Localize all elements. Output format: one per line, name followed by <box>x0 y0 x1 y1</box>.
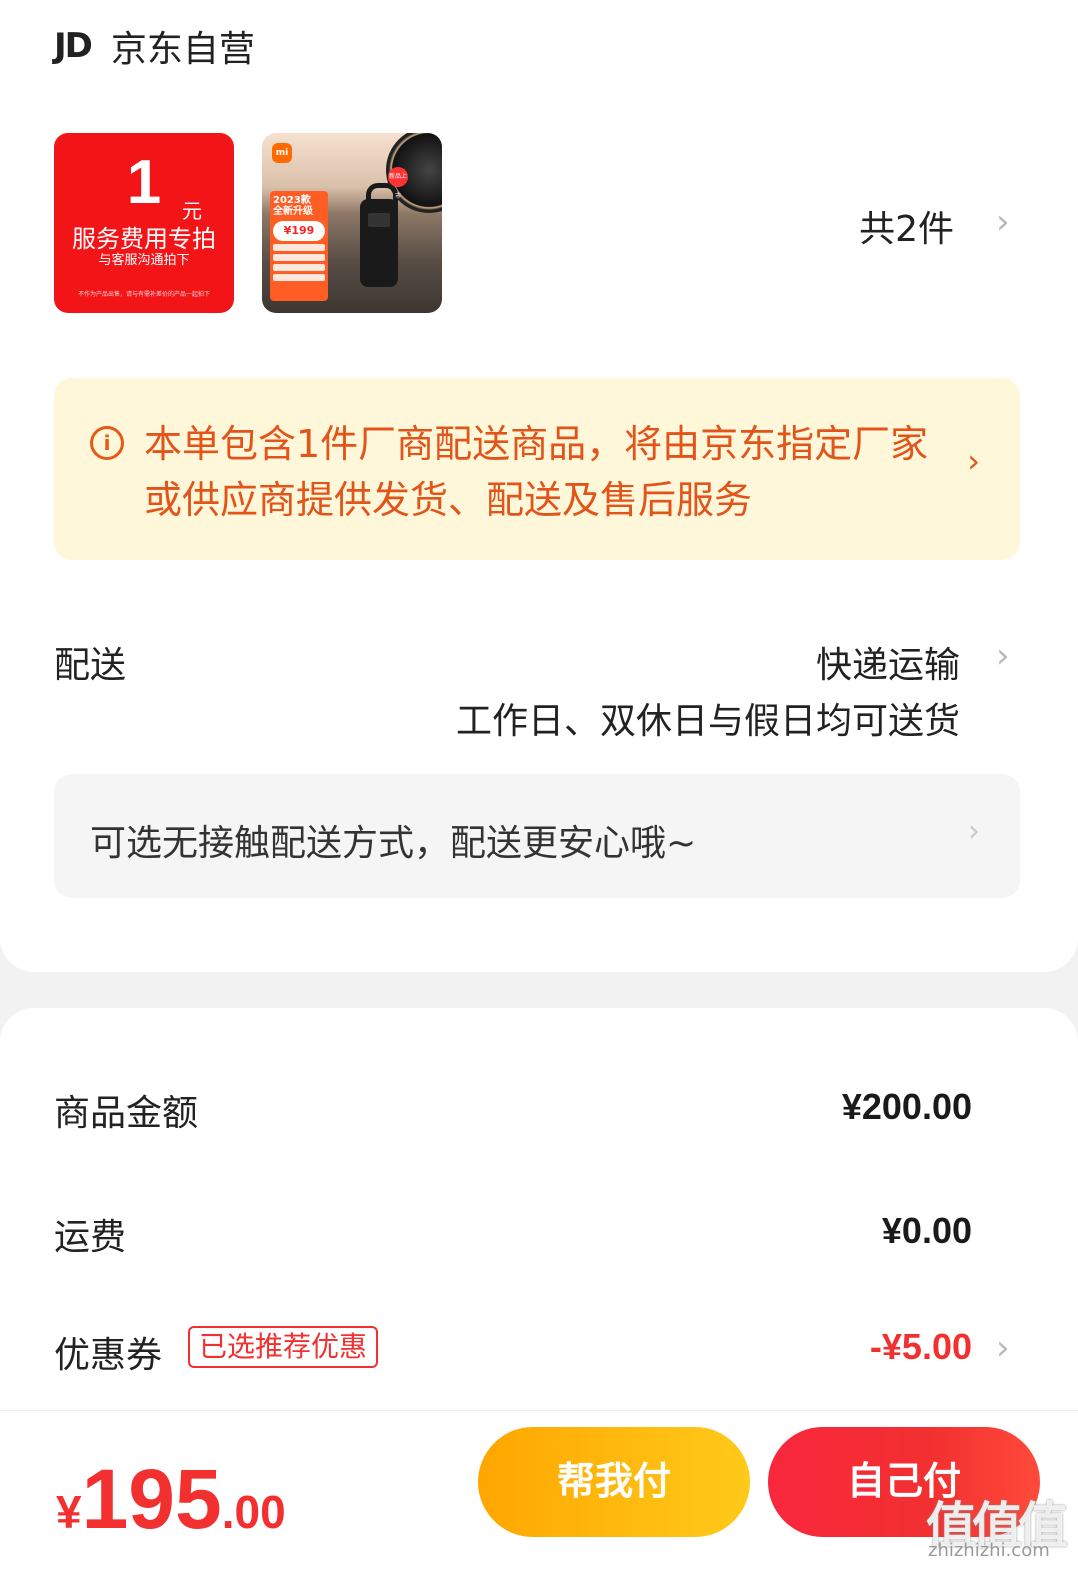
new-product-badge: 新品上市 <box>388 167 408 200</box>
contactless-delivery-option[interactable]: 可选无接触配送方式，配送更安心哦~ › <box>54 774 1020 898</box>
jd-logo: JD <box>54 26 93 66</box>
air-pump-device-image <box>360 183 398 287</box>
service-fee-subtitle: 与客服沟通拍下 <box>98 253 190 268</box>
help-me-pay-button[interactable]: 帮我付 <box>478 1427 750 1537</box>
total-decimal: .00 <box>221 1486 286 1538</box>
shop-name: 京东自营 <box>110 29 255 70</box>
goods-amount-value: ¥200.00 <box>841 1086 972 1127</box>
goods-amount-label: 商品金额 <box>54 1093 199 1134</box>
shop-header[interactable]: JD 京东自营 <box>54 20 255 72</box>
watermark-url: zhizhizhi.com <box>928 1540 1050 1561</box>
promo-price: ¥199 <box>273 221 325 241</box>
coupon-value[interactable]: -¥5.00 <box>870 1326 972 1368</box>
delivery-days: 工作日、双休日与假日均可送货 <box>455 701 960 742</box>
shipping-fee-value: ¥0.00 <box>881 1210 972 1251</box>
total-integer: 195 <box>81 1452 222 1546</box>
promo-title: 全新升级 <box>273 206 313 217</box>
item-count[interactable]: 共2件 <box>859 200 954 252</box>
air-pump-thumbnail[interactable]: mi 2023款 全新升级 ¥199 新品上市 <box>262 133 442 313</box>
service-fee-thumbnail[interactable]: 1 元 服务费用专拍 与客服沟通拍下 不作为产品出售，请与有需补差价的产品一起拍… <box>54 133 234 313</box>
coupon-recommended-badge: 已选推荐优惠 <box>188 1326 379 1368</box>
coupon-chevron-right-icon[interactable]: › <box>996 1328 1010 1368</box>
contactless-text: 可选无接触配送方式，配送更安心哦~ <box>90 823 697 864</box>
contactless-chevron-right-icon: › <box>968 814 980 849</box>
promo-year: 2023款 <box>273 195 311 206</box>
items-chevron-right-icon[interactable]: › <box>996 202 1010 242</box>
info-icon: i <box>90 426 124 460</box>
notice-text: 本单包含1件厂商配送商品，将由京东指定厂家或供应商提供发货、配送及售后服务 <box>144 422 929 522</box>
delivery-chevron-right-icon[interactable]: › <box>996 636 1010 676</box>
delivery-method[interactable]: 快递运输 <box>816 636 960 688</box>
total-price: ¥195.00 <box>56 1451 286 1548</box>
vendor-shipping-notice[interactable]: i 本单包含1件厂商配送商品，将由京东指定厂家或供应商提供发货、配送及售后服务 … <box>54 378 1020 560</box>
delivery-label: 配送 <box>54 645 127 686</box>
checkout-bar: ¥195.00 帮我付 自己付 <box>0 1410 1078 1576</box>
product-promo-tag: 2023款 全新升级 ¥199 <box>270 191 328 301</box>
shipping-fee-label: 运费 <box>54 1217 127 1258</box>
coupon-label: 优惠券 <box>54 1335 163 1376</box>
total-currency: ¥ <box>56 1486 82 1538</box>
mi-logo: mi <box>272 143 292 163</box>
service-fee-fine-print: 不作为产品出售，请与有需补差价的产品一起拍下 <box>77 291 210 298</box>
service-fee-amount: 1 <box>126 148 162 217</box>
notice-chevron-right-icon: › <box>967 442 980 480</box>
